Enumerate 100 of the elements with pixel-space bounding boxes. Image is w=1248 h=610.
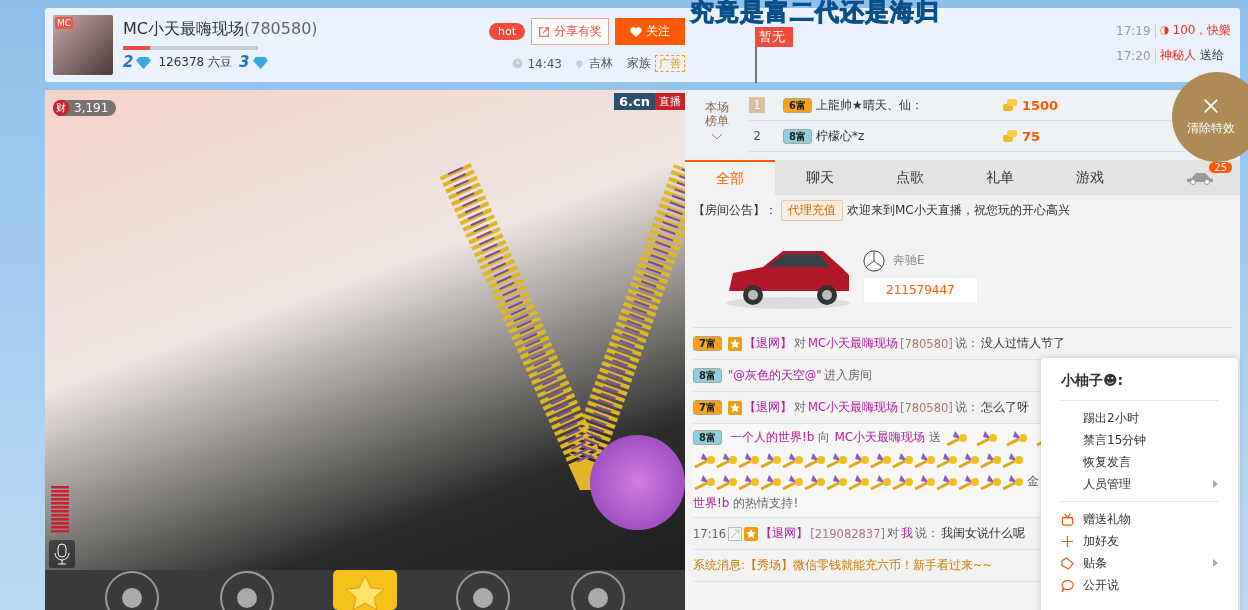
ranking-coins: 1500 [1021, 97, 1059, 113]
chat-say: 说： [915, 526, 939, 541]
chat-tab[interactable]: 点歌 [865, 160, 955, 195]
mic-level-meter-drawing [51, 486, 69, 536]
star-badge-icon [727, 336, 742, 351]
gift-icon [1061, 512, 1074, 526]
ranking-title: 本场榜单 [705, 100, 729, 129]
beans-count: 126378 六豆 [158, 53, 233, 71]
chat-target[interactable]: MC小天最嗨现场 [834, 429, 926, 446]
chat-target-id: [780580] [899, 336, 953, 351]
system-message: 系统消息:【秀场】微信零钱就能充六币！新手看过来~~ [693, 558, 993, 573]
location-pin-icon [574, 58, 585, 69]
wealth-count: 3,191 [74, 101, 109, 115]
stream-time: 14:43 [527, 56, 562, 71]
heart-icon [630, 25, 642, 38]
chat-user-id: [219082837] [810, 526, 885, 541]
seat-button-icon[interactable] [218, 570, 275, 610]
message-time: 17:16 [693, 526, 727, 541]
notice-time: 17:20 [1116, 48, 1156, 63]
chat-tab[interactable]: 游戏 [1045, 160, 1135, 195]
close-icon [1202, 97, 1220, 115]
wealth-level-badge: 6富 [783, 97, 812, 113]
coins-icon [1001, 98, 1018, 112]
seat-button-icon[interactable] [104, 570, 161, 610]
wealth-level-badge: 7富 [693, 336, 722, 351]
share-button[interactable]: 分享有奖 [531, 18, 609, 45]
chat-user[interactable]: 世界!b [693, 495, 730, 512]
chat-user[interactable]: 【退网】 [743, 336, 792, 351]
chat-say: 说： [954, 336, 979, 351]
flag-label: 暂无 [755, 27, 793, 47]
count-badge: 25 [1209, 162, 1232, 173]
plus-icon [1061, 534, 1074, 548]
wealth-level-badge: 8富 [783, 128, 812, 144]
notice-text: 送给 [1199, 47, 1224, 64]
seat-button-icon[interactable] [455, 570, 512, 610]
three-pointed-star-logo-icon [863, 249, 885, 272]
chat-verb: 对 [793, 336, 806, 351]
live-label: 直播 [655, 93, 685, 110]
chat-tab[interactable]: 聊天 [775, 160, 865, 195]
submenu-arrow-icon [1213, 480, 1218, 488]
menu-item[interactable]: 加好友 [1061, 530, 1218, 552]
chat-say: 说： [954, 400, 979, 415]
menu-item[interactable]: 赠送礼物 [1061, 508, 1218, 530]
chat-user[interactable]: 【退网】 [743, 400, 792, 415]
menu-item[interactable]: 踢出2小时 [1061, 407, 1218, 429]
agent-recharge-button[interactable]: 代理充值 [781, 199, 843, 221]
location-text: 吉林 [589, 55, 613, 72]
menu-item[interactable]: 公开说 [1061, 574, 1218, 596]
chat-verb: 向 [818, 429, 831, 446]
star-badge-icon [744, 526, 759, 541]
announcement-label: 【房间公告】： [693, 201, 777, 219]
seat-button-icon[interactable] [569, 570, 626, 610]
avatar-logo: MC [55, 17, 74, 29]
menu-item[interactable]: 禁言15分钟 [1061, 429, 1218, 451]
diamond-icon [136, 55, 152, 69]
enter-message: 进入房间 [823, 368, 872, 383]
chat-user[interactable]: 【退网】 [760, 526, 809, 541]
chat-target[interactable]: MC小天最嗨现场 [807, 336, 898, 351]
thanks-message: 的热情支持! [733, 495, 799, 512]
logo-text: 6.cn [619, 94, 650, 109]
ranking-coins: 75 [1021, 128, 1041, 144]
chat-verb: 对 [887, 526, 899, 541]
clock-icon [512, 58, 524, 69]
ranking-user: 上龍帅★晴天、仙： [815, 96, 924, 114]
menu-item[interactable]: 人员管理 [1061, 473, 1218, 495]
notice-time: 17:19 [1116, 23, 1156, 38]
wealth-level-badge: 7富 [693, 400, 722, 415]
star-badge-icon [727, 400, 742, 415]
tag-icon [1061, 556, 1074, 570]
speech-bubble-icon [1061, 578, 1074, 592]
room-id: (780580) [244, 19, 318, 38]
menu-title: 小柚子☻: [1061, 358, 1218, 401]
microphone-icon[interactable] [49, 540, 75, 568]
chat-verb: 对 [793, 400, 806, 415]
chat-target[interactable]: MC小天最嗨现场 [807, 400, 898, 415]
menu-item[interactable]: 贴条 [1061, 552, 1218, 574]
chat-target-id: [780580] [899, 400, 953, 415]
car-brand: 奔驰E [893, 252, 925, 269]
notice-user: 神秘人 [1159, 47, 1196, 64]
submenu-arrow-icon [1213, 559, 1218, 567]
car-icon[interactable] [1185, 170, 1215, 185]
wealth-level: 2 [123, 53, 134, 71]
chat-message: 没人过情人节了 [980, 336, 1065, 351]
family-label: 家族 [627, 55, 651, 72]
diamond-icon [252, 55, 268, 69]
hot-badge: hot [489, 23, 525, 40]
notice-text: 100，快樂 [1172, 22, 1232, 39]
menu-item[interactable]: 恢复发言 [1061, 451, 1218, 473]
family-tag: 广善 [655, 55, 685, 72]
chat-say: 送 [929, 429, 942, 446]
chat-user[interactable]: "@灰色的天空@" [727, 368, 822, 383]
follow-button[interactable]: 关注 [615, 18, 685, 45]
wealth-badge: 财 [53, 100, 69, 116]
share-icon [538, 25, 550, 38]
chevron-down-icon[interactable] [711, 132, 723, 140]
chat-user[interactable]: 一个人的世界!b [729, 429, 815, 446]
chat-target[interactable]: 我 [901, 526, 913, 541]
rank-number: 2 [752, 128, 762, 144]
announcement-text: 欢迎来到MC小天直播，祝您玩的开心高兴 [847, 201, 1070, 219]
chat-tab[interactable]: 礼单 [955, 160, 1045, 195]
